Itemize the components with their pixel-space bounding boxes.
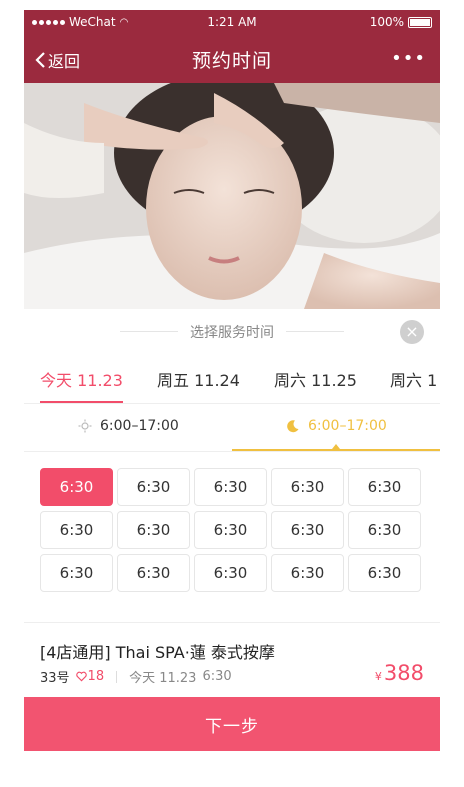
- time-slot[interactable]: 6:30: [194, 511, 267, 549]
- period-tabs: 6:00–17:00 6:00–17:00: [24, 404, 440, 452]
- booking-date: 今天 11.23: [129, 671, 197, 686]
- active-period-indicator: [232, 449, 440, 451]
- booking-summary: [4店通用] Thai SPA·蓮 泰式按摩 33号 18 今天 11.23 6…: [24, 622, 440, 698]
- nav-bar: 返回 预约时间 •••: [24, 38, 440, 82]
- time-slot[interactable]: 6:30: [271, 468, 344, 506]
- battery-percent: 100%: [369, 15, 404, 29]
- time-slot[interactable]: 6:30: [194, 468, 267, 506]
- price: ¥ 388: [375, 661, 424, 685]
- tab-today[interactable]: 今天 11.23: [40, 367, 123, 391]
- active-tab-indicator: [40, 401, 123, 403]
- app-screen: WeChat ◠ 1:21 AM 100% 返回 预约时间 ••• 选择服务时间…: [24, 10, 440, 752]
- currency-symbol: ¥: [374, 670, 382, 683]
- hero-image: [24, 83, 440, 309]
- more-icon[interactable]: •••: [391, 48, 426, 69]
- tab-saturday[interactable]: 周六 11.25: [274, 367, 357, 391]
- top-bar: WeChat ◠ 1:21 AM 100% 返回 预约时间 •••: [24, 10, 440, 83]
- divider: [286, 331, 344, 332]
- battery-icon: [408, 16, 432, 28]
- tab-friday[interactable]: 周五 11.24: [157, 367, 240, 391]
- tab-daytime[interactable]: 6:00–17:00: [78, 418, 179, 434]
- daytime-range: 6:00–17:00: [100, 418, 179, 434]
- time-slot[interactable]: 6:30: [40, 468, 113, 506]
- time-slot[interactable]: 6:30: [194, 554, 267, 592]
- time-slot-grid: 6:30 6:30 6:30 6:30 6:30 6:30 6:30 6:30 …: [40, 468, 424, 592]
- time-slot[interactable]: 6:30: [271, 554, 344, 592]
- service-title: [4店通用] Thai SPA·蓮 泰式按摩: [40, 643, 275, 662]
- page-title: 预约时间: [191, 50, 272, 72]
- status-bar: WeChat ◠ 1:21 AM 100%: [24, 10, 440, 34]
- booking-time: 6:30: [202, 669, 232, 684]
- time-slot[interactable]: 6:30: [348, 511, 421, 549]
- time-slot[interactable]: 6:30: [117, 554, 190, 592]
- moon-icon: [287, 420, 299, 433]
- divider: [116, 670, 118, 683]
- next-step-button[interactable]: 下一步: [24, 697, 440, 751]
- time-slot[interactable]: 6:30: [40, 511, 113, 549]
- heart-count: 18: [87, 669, 105, 684]
- sun-icon: [78, 419, 92, 433]
- date-tabs: 今天 11.23 周五 11.24 周六 11.25 周六 1: [24, 359, 440, 404]
- time-slot[interactable]: 6:30: [117, 468, 190, 506]
- price-amount: 388: [383, 661, 424, 685]
- time-slot[interactable]: 6:30: [271, 511, 344, 549]
- tab-next-day[interactable]: 周六 1: [390, 367, 437, 391]
- evening-range: 6:00–17:00: [308, 418, 387, 434]
- tab-evening[interactable]: 6:00–17:00: [286, 418, 387, 434]
- time-slot[interactable]: 6:30: [348, 468, 421, 506]
- caret-up-icon: [332, 444, 340, 449]
- time-picker-sheet: 选择服务时间 × 今天 11.23 周五 11.24 周六 11.25 周六 1…: [24, 309, 440, 752]
- time-slot[interactable]: 6:30: [117, 511, 190, 549]
- booking-meta: 33号 18 今天 11.23 6:30: [40, 667, 232, 686]
- heart-icon: [75, 671, 87, 682]
- time-slot[interactable]: 6:30: [348, 554, 421, 592]
- technician-number: 33号: [40, 671, 70, 686]
- time-slot[interactable]: 6:30: [40, 554, 113, 592]
- sheet-title: 选择服务时间: [190, 325, 274, 341]
- close-icon[interactable]: ×: [400, 320, 424, 344]
